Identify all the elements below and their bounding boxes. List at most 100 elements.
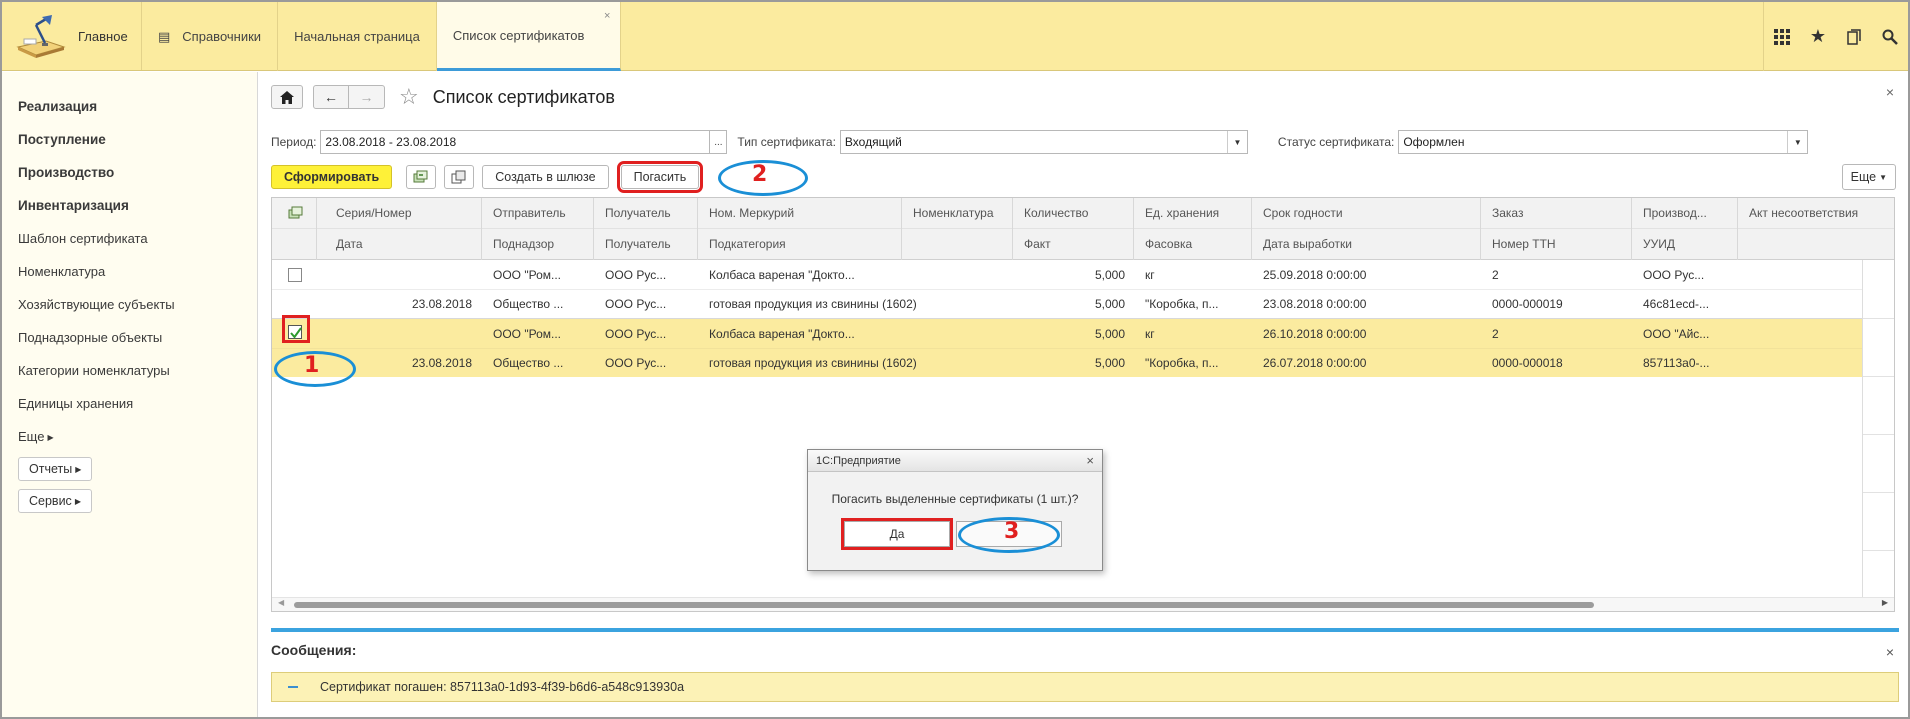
col-header-date[interactable]: Дата — [328, 229, 478, 259]
type-label: Тип сертификата: — [737, 135, 836, 149]
col-header-recipient-2[interactable]: Получатель — [597, 229, 695, 259]
chevron-down-icon[interactable]: ▼ — [1226, 131, 1247, 153]
arrow-right-icon: → — [359, 89, 374, 105]
apps-grid-icon[interactable] — [1764, 2, 1800, 71]
col-header-producer[interactable]: Производ... — [1635, 198, 1735, 228]
col-header-nonconformity-act[interactable]: Акт несоответствия — [1741, 198, 1866, 228]
sidebar-item-supervised-objects[interactable]: Поднадзорные объекты — [2, 321, 257, 354]
confirm-dialog: 1С:Предприятие × Погасить выделенные сер… — [807, 449, 1103, 571]
cell-packaging: "Коробка, п... — [1145, 356, 1219, 370]
history-icon[interactable] — [1836, 2, 1872, 71]
col-header-sender[interactable]: Отправитель — [485, 198, 591, 228]
row-checkbox[interactable] — [288, 268, 302, 282]
caret-right-icon: ▶ — [75, 464, 82, 474]
chevron-down-icon[interactable]: ▼ — [1787, 131, 1807, 153]
select-all-icon[interactable] — [288, 206, 304, 223]
favorite-star-icon[interactable]: ☆ — [399, 84, 419, 110]
chevron-down-icon: ▼ — [1879, 172, 1887, 182]
more-label: Еще — [1850, 170, 1877, 184]
col-header-nomenclature[interactable]: Номенклатура — [905, 198, 1010, 228]
copy-button[interactable] — [444, 165, 475, 189]
close-icon[interactable]: × — [604, 10, 610, 22]
cell-recipient-2: ООО Рус... — [605, 356, 667, 370]
scrollbar-thumb[interactable] — [294, 602, 1594, 608]
cell-subcategory: готовая продукция из свинины (1602) — [709, 356, 917, 370]
tab-start-page[interactable]: Начальная страница — [278, 2, 437, 71]
favorites-star-icon[interactable]: ★ — [1800, 2, 1836, 71]
reports-button[interactable]: Отчеты ▶ — [18, 457, 93, 481]
period-select-button[interactable]: ... — [709, 130, 728, 154]
sidebar-item-sales[interactable]: Реализация — [2, 90, 257, 123]
col-header-uuid[interactable]: УУИД — [1635, 229, 1735, 259]
close-icon[interactable]: × — [1086, 450, 1094, 472]
status-select[interactable]: Оформлен ▼ — [1398, 130, 1809, 154]
col-header-storage-unit[interactable]: Ед. хранения — [1137, 198, 1249, 228]
cell-supervised: Общество ... — [493, 356, 564, 370]
period-label: Период: — [271, 135, 317, 149]
table-row[interactable]: ООО "Ром... ООО Рус... Колбаса вареная "… — [272, 260, 1862, 318]
dash-icon — [288, 686, 298, 688]
repay-button[interactable]: Погасить — [616, 161, 704, 193]
col-header-expiry[interactable]: Срок годности — [1255, 198, 1478, 228]
tab-certificate-list[interactable]: Список сертификатов × — [436, 2, 622, 71]
col-header-order[interactable]: Заказ — [1484, 198, 1629, 228]
table-header: Серия/Номер Отправитель Получатель Ном. … — [272, 198, 1894, 260]
home-section[interactable]: Главное — [2, 2, 142, 70]
command-bar: Сформировать Создать в шлюзе Погасить — [271, 161, 707, 193]
col-header-series[interactable]: Серия/Номер — [328, 198, 478, 228]
scroll-right-icon[interactable]: ▶ — [1882, 598, 1888, 607]
col-header-recipient[interactable]: Получатель — [597, 198, 695, 228]
more-button[interactable]: Еще ▼ — [1841, 164, 1896, 190]
service-button[interactable]: Сервис ▶ — [18, 489, 92, 513]
message-item[interactable]: Сертификат погашен: 857113a0-1d93-4f39-b… — [271, 672, 1899, 702]
annotation-number-1: 1 — [304, 353, 320, 378]
sidebar-item-business-entities[interactable]: Хозяйствующие субъекты — [2, 288, 257, 321]
close-icon[interactable]: × — [1886, 644, 1894, 660]
forward-button[interactable]: → — [349, 85, 385, 109]
type-select[interactable]: Входящий ▼ — [839, 130, 1248, 154]
sidebar-item-more[interactable]: Еще ▶ — [2, 420, 257, 453]
dialog-title-bar: 1С:Предприятие × — [808, 450, 1102, 472]
tab-references[interactable]: ▤ Справочники — [142, 2, 279, 71]
back-button[interactable]: ← — [313, 85, 349, 109]
table-row-selected[interactable]: ООО "Ром... ООО Рус... Колбаса вареная "… — [272, 319, 1862, 377]
cell-storage-unit: кг — [1145, 327, 1155, 341]
cell-order: 2 — [1492, 327, 1499, 341]
cell-production-date: 23.08.2018 0:00:00 — [1263, 297, 1367, 311]
refresh-button[interactable] — [406, 165, 437, 189]
col-header-ttn-number[interactable]: Номер ТТН — [1484, 229, 1629, 259]
period-field[interactable]: 23.08.2018 - 23.08.2018 — [320, 130, 711, 154]
horizontal-scrollbar[interactable]: ◀ ▶ — [272, 597, 1894, 611]
sidebar-item-storage-units[interactable]: Единицы хранения — [2, 387, 257, 420]
scroll-left-icon[interactable]: ◀ — [278, 598, 284, 607]
cell-expiry: 25.09.2018 0:00:00 — [1263, 268, 1367, 282]
col-header-packaging[interactable]: Фасовка — [1137, 229, 1249, 259]
col-header-subcategory[interactable]: Подкатегория — [701, 229, 899, 259]
sidebar-item-nomenclature-categories[interactable]: Категории номенклатуры — [2, 354, 257, 387]
yes-button[interactable]: Да — [841, 518, 953, 550]
col-header-quantity[interactable]: Количество — [1016, 198, 1131, 228]
cell-recipient: ООО Рус... — [605, 268, 667, 282]
col-header-fact[interactable]: Факт — [1016, 229, 1131, 259]
cell-uuid: 46c81ecd-... — [1643, 297, 1710, 311]
cell-sender: ООО "Ром... — [493, 268, 561, 282]
sidebar-item-production[interactable]: Производство — [2, 156, 257, 189]
main-area: × ← → ☆ Список сертификатов Период: 23.0… — [259, 72, 1908, 717]
cell-production-date: 26.07.2018 0:00:00 — [1263, 356, 1367, 370]
form-button[interactable]: Сформировать — [271, 165, 393, 189]
create-in-gateway-button[interactable]: Создать в шлюзе — [482, 165, 609, 189]
col-header-mercury-nom[interactable]: Ном. Меркурий — [701, 198, 899, 228]
sidebar-item-receipts[interactable]: Поступление — [2, 123, 257, 156]
sidebar-item-certificate-template[interactable]: Шаблон сертификата — [2, 222, 257, 255]
dialog-title: 1С:Предприятие — [816, 455, 901, 467]
home-button[interactable] — [271, 85, 303, 109]
col-header-production-date[interactable]: Дата выработки — [1255, 229, 1478, 259]
search-icon[interactable] — [1872, 2, 1908, 71]
close-icon[interactable]: × — [1886, 84, 1894, 100]
cell-fact: 5,000 — [1094, 356, 1125, 370]
annotation-number-2: 2 — [752, 162, 768, 187]
col-header-supervised[interactable]: Поднадзор — [485, 229, 591, 259]
cell-packaging: "Коробка, п... — [1145, 297, 1219, 311]
sidebar-item-inventory[interactable]: Инвентаризация — [2, 189, 257, 222]
sidebar-item-nomenclature[interactable]: Номенклатура — [2, 255, 257, 288]
